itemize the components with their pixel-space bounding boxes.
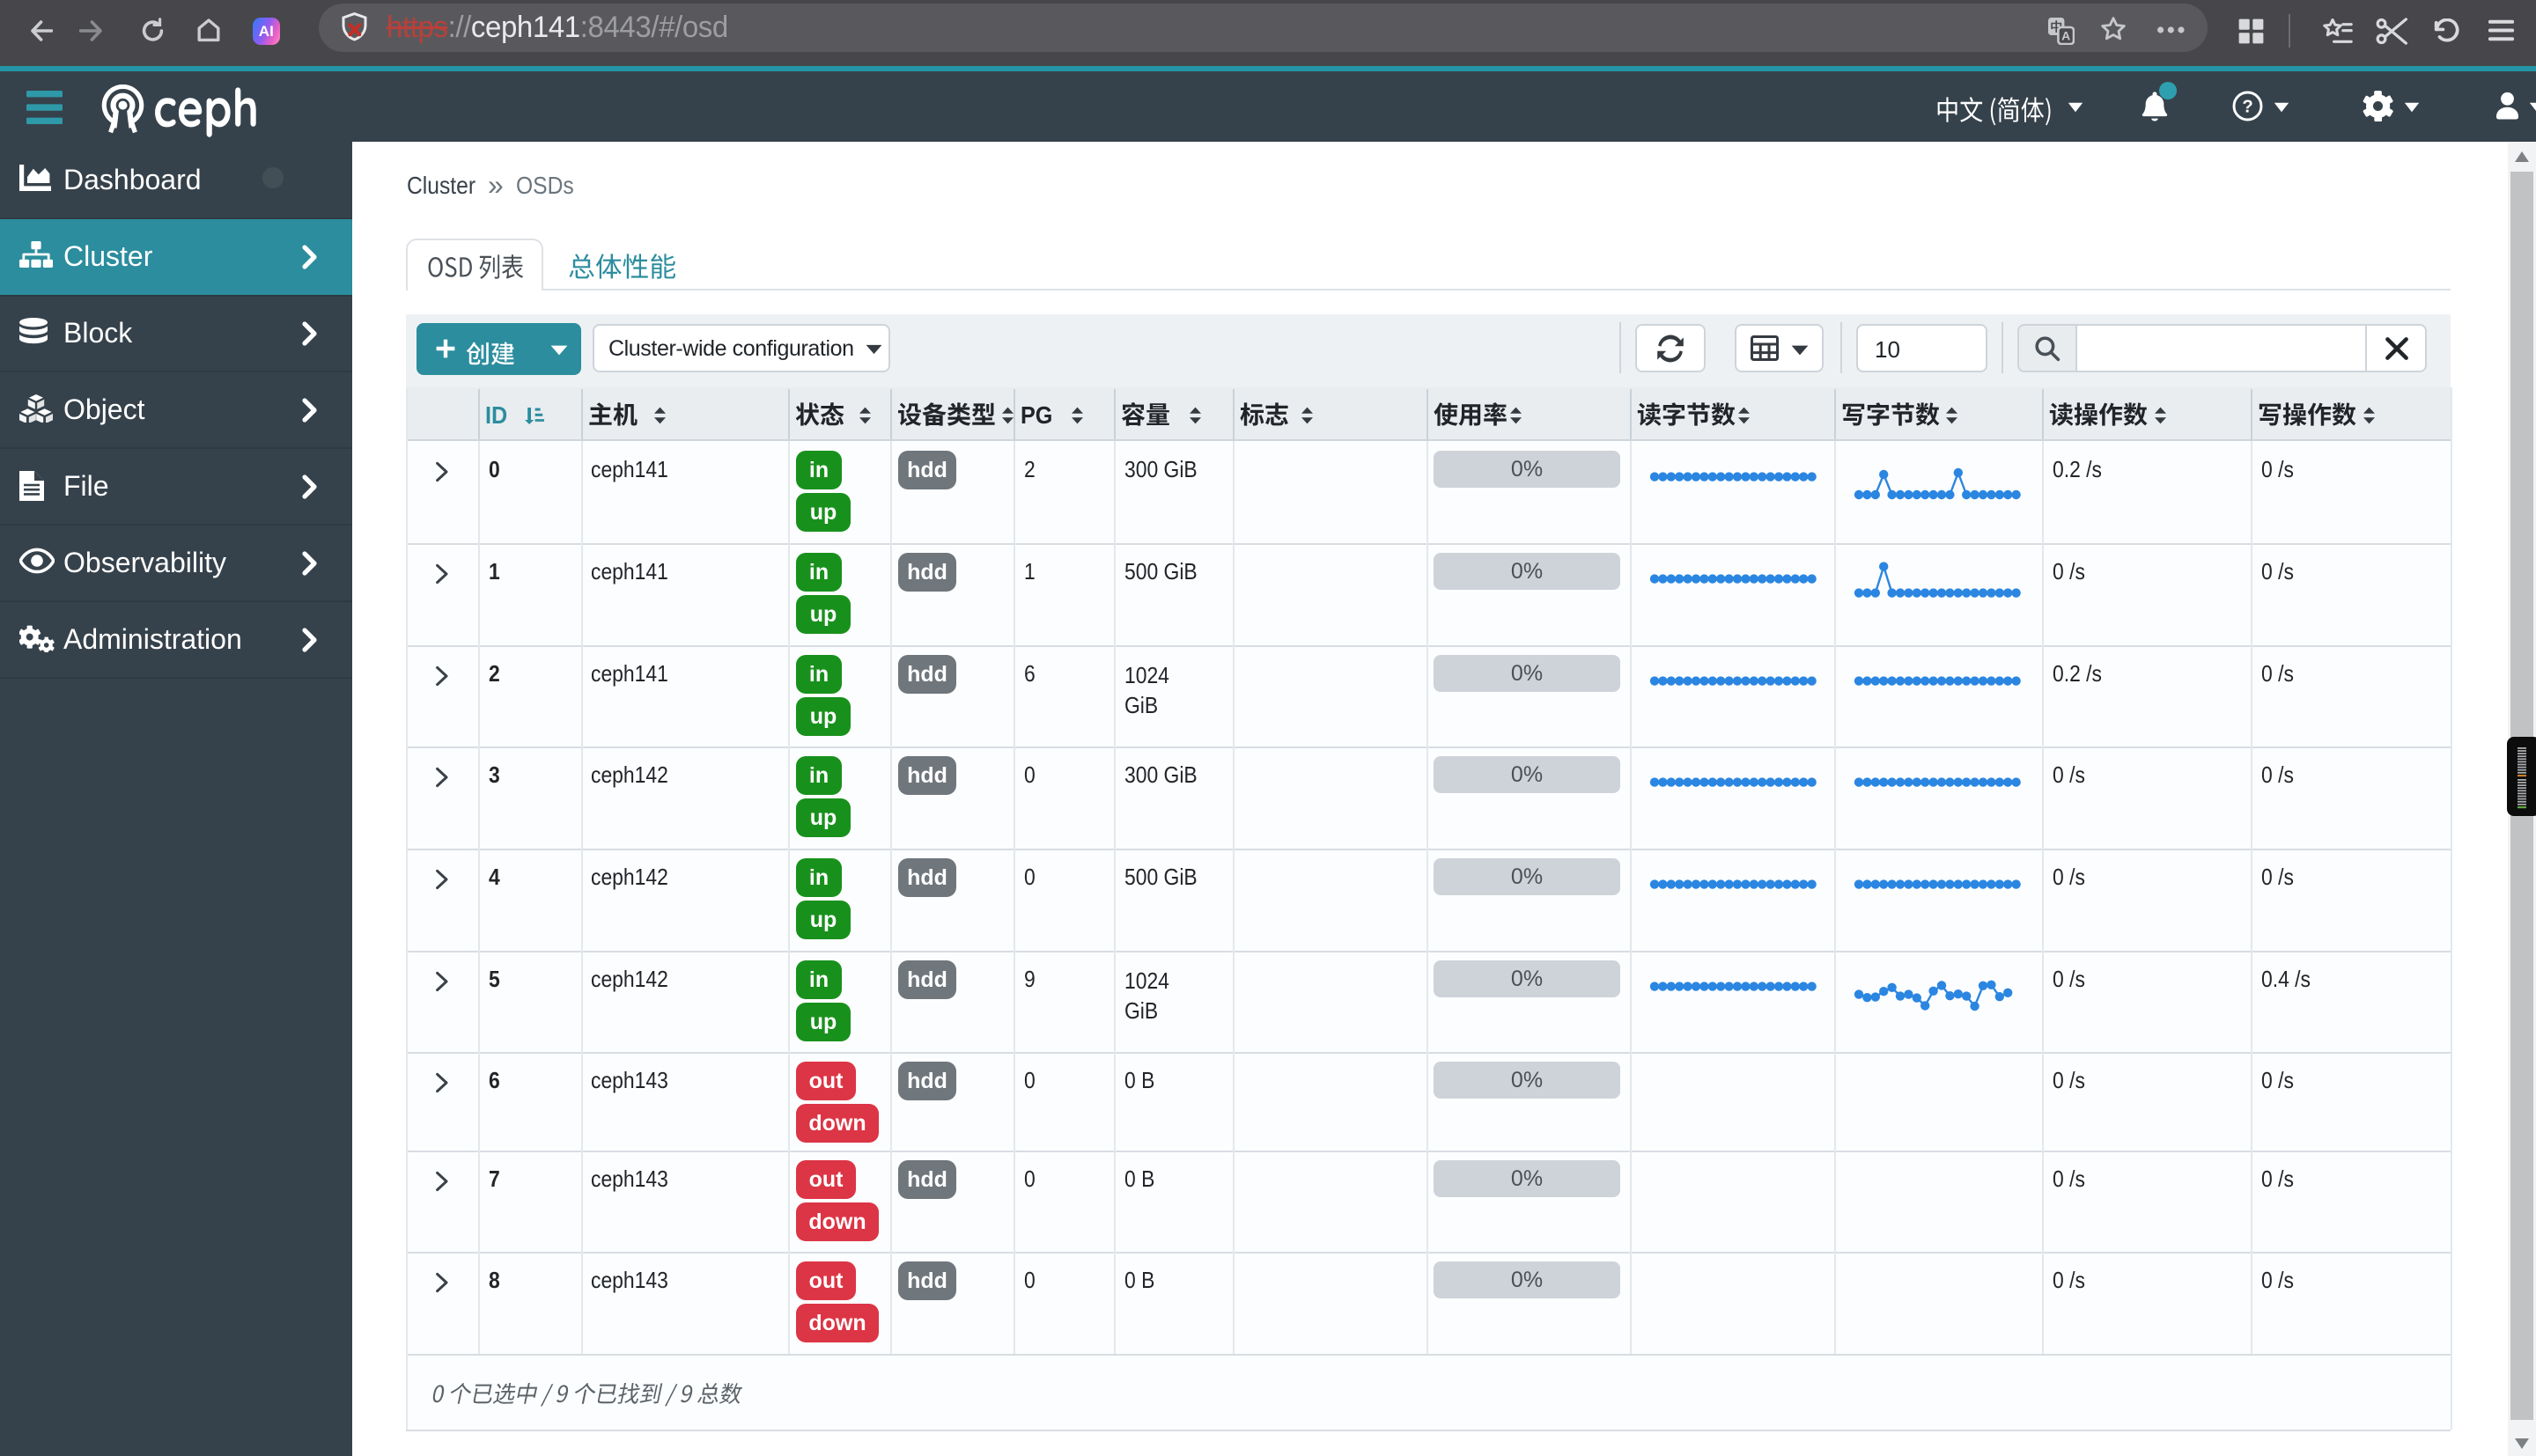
- svg-text:A: A: [2061, 29, 2070, 43]
- svg-text:?: ?: [2242, 98, 2252, 117]
